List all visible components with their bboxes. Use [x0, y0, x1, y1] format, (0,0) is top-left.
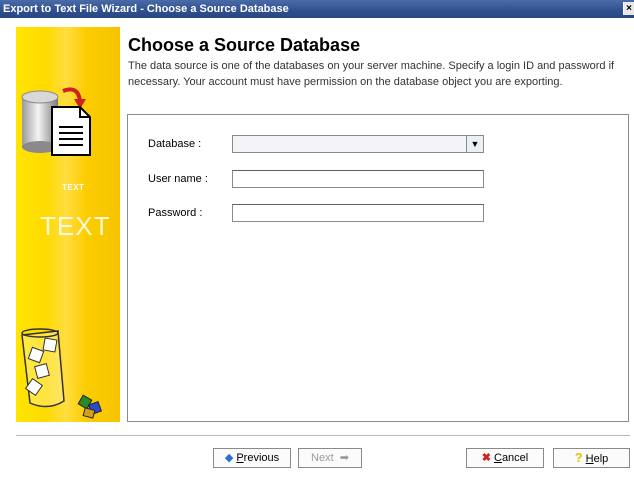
wizard-sidebar-image: TEXT TEXT	[16, 27, 120, 422]
red-x-icon: ✖	[481, 452, 491, 464]
username-input[interactable]	[232, 170, 484, 188]
sidebar-text-small: TEXT	[62, 183, 85, 192]
password-label: Password :	[148, 207, 203, 219]
form-panel	[127, 114, 629, 422]
arrow-right-icon: ➡	[339, 452, 349, 464]
question-icon: ?	[574, 450, 583, 465]
database-label: Database :	[148, 138, 202, 150]
scattered-blocks-icon	[21, 328, 103, 419]
footer-divider	[16, 435, 630, 436]
arrow-left-icon: ◆	[224, 452, 234, 464]
sidebar-text-big: TEXT	[40, 211, 111, 241]
title-bar: Export to Text File Wizard - Choose a So…	[0, 0, 634, 18]
page-description: The data source is one of the databases …	[128, 60, 615, 88]
document-icon	[51, 106, 91, 156]
cancel-button[interactable]: ✖ Cancel	[466, 448, 544, 468]
page-title: Choose a Source Database	[128, 35, 361, 55]
help-button[interactable]: ? Help	[553, 448, 630, 468]
window-title: Export to Text File Wizard - Choose a So…	[3, 3, 289, 15]
close-icon[interactable]: ×	[623, 2, 634, 15]
next-button[interactable]: Next ➡	[298, 448, 362, 468]
chevron-down-icon[interactable]: ▼	[466, 136, 483, 152]
username-label: User name :	[148, 173, 208, 185]
database-select[interactable]: ▼	[232, 135, 484, 153]
password-input[interactable]	[232, 204, 484, 222]
previous-button[interactable]: ◆ Previous	[213, 448, 291, 468]
next-label: Next	[311, 452, 334, 464]
wizard-window: Export to Text File Wizard - Choose a So…	[0, 0, 634, 477]
